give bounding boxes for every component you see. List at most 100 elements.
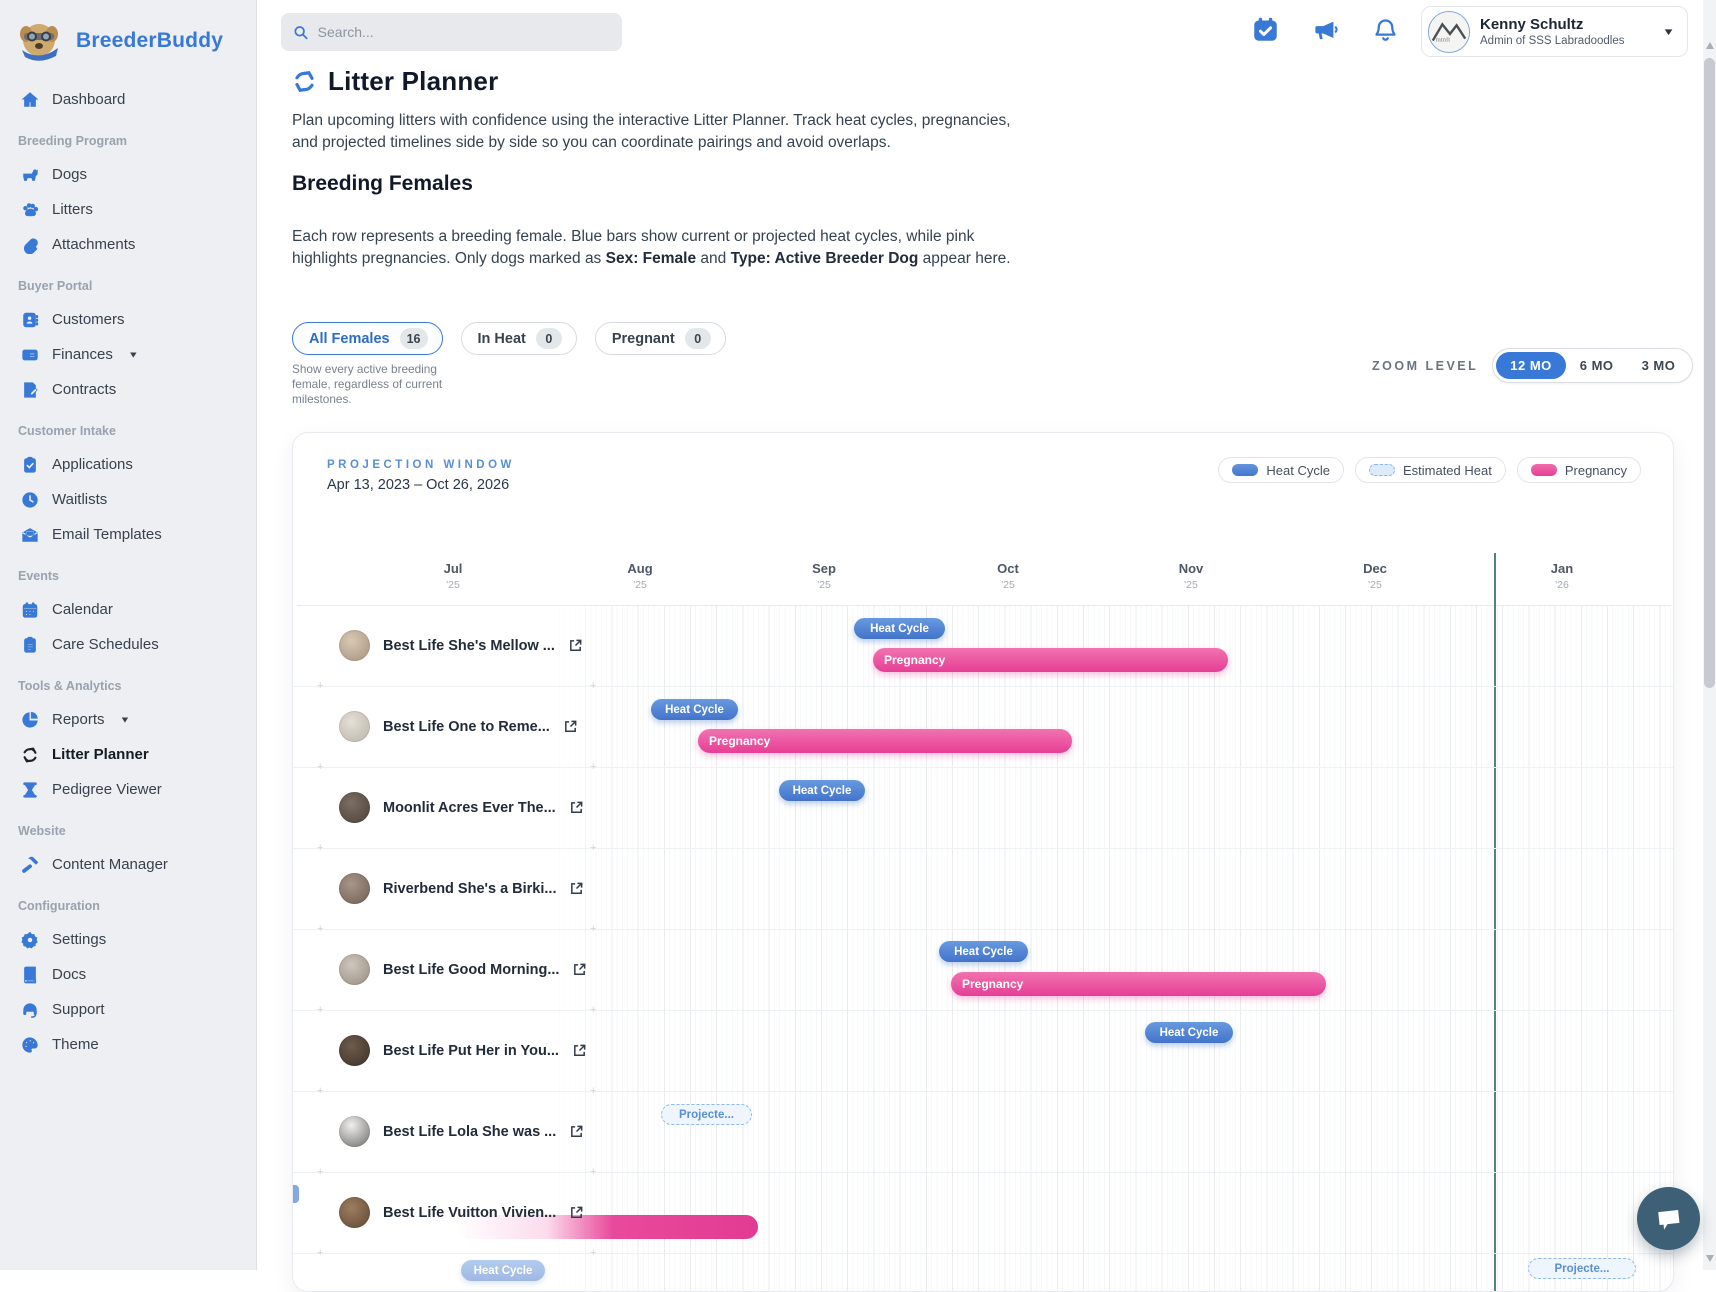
sidebar-item-settings[interactable]: Settings [14,922,246,957]
estimated-swatch [1369,464,1395,476]
section-title: Breeding Females [292,172,473,196]
chevron-down-icon: ▼ [1662,26,1675,37]
external-link-icon[interactable] [569,881,584,896]
filter-in-heat[interactable]: In Heat 0 [461,322,577,355]
estimated-heat-bar[interactable]: Projecte... [661,1104,752,1125]
svg-text:$: $ [25,350,29,359]
sidebar-item-label: Settings [52,931,106,948]
sidebar-item-content-manager[interactable]: Content Manager [14,847,246,882]
legend-label: Heat Cycle [1266,463,1330,478]
pregnancy-bar[interactable]: Pregnancy [698,729,1072,753]
sidebar-item-pedigree-viewer[interactable]: Pedigree Viewer [14,772,246,807]
dog-avatar [339,1035,370,1066]
dog-name: Best Life Put Her in You... [383,1043,559,1059]
sidebar-item-docs[interactable]: Docs [14,957,246,992]
envelope-icon [20,525,39,544]
zoom-level-control: ZOOM LEVEL 12 MO 6 MO 3 MO [1372,348,1693,383]
external-link-icon[interactable] [572,962,587,977]
filter-pregnant[interactable]: Pregnant 0 [595,322,726,355]
dog-avatar [339,873,370,904]
external-link-icon[interactable] [569,800,584,815]
heat-cycle-bar[interactable]: Heat Cycle [461,1260,545,1281]
heat-cycle-bar[interactable]: Heat Cycle [1145,1022,1233,1043]
external-link-icon[interactable] [569,1205,584,1220]
app-logo-icon [16,18,62,64]
breeding-female-row: Heat Cycle Moonlit Acres Ever The... ++ [293,768,1674,849]
zoom-option-3mo[interactable]: 3 MO [1628,352,1690,379]
user-menu[interactable]: mtnft Kenny Schultz Admin of SSS Labrado… [1421,6,1688,57]
page-scrollbar[interactable] [1703,0,1716,1270]
filter-pills: All Females 16 In Heat 0 Pregnant 0 [292,322,726,355]
sidebar-item-theme[interactable]: Theme [14,1027,246,1062]
filter-label: Pregnant [612,331,675,347]
home-icon [20,90,39,109]
pregnancy-swatch [1531,464,1557,476]
heat-cycle-bar[interactable]: Heat Cycle [939,941,1028,962]
search-bar[interactable] [281,13,622,51]
legend-heat-cycle: Heat Cycle [1218,457,1344,483]
sidebar-item-label: Attachments [52,236,135,253]
cycle-icon [292,69,317,94]
sidebar-item-email-templates[interactable]: Email Templates [14,517,246,552]
sidebar-item-litter-planner[interactable]: Litter Planner [14,737,246,772]
zoom-option-6mo[interactable]: 6 MO [1566,352,1628,379]
breeding-female-row: Heat Cycle Pregnancy Best Life She's Mel… [293,606,1674,687]
hammer-icon [20,855,39,874]
sidebar-item-customers[interactable]: Customers [14,302,246,337]
pregnancy-bar[interactable]: Pregnancy [873,648,1228,672]
page-title: Litter Planner [328,66,498,97]
external-link-icon[interactable] [569,1124,584,1139]
pregnancy-bar[interactable]: Pregnancy [951,972,1326,996]
clipboard-icon [20,635,39,654]
brand[interactable]: BreederBuddy [0,12,256,78]
sidebar-item-dashboard[interactable]: Dashboard [14,82,246,117]
heat-cycle-bar[interactable]: Heat Cycle [854,618,945,639]
dog-avatar [339,711,370,742]
sidebar-item-calendar[interactable]: Calendar [14,592,246,627]
megaphone-icon[interactable] [1312,16,1339,43]
sidebar-item-waitlists[interactable]: Waitlists [14,482,246,517]
zoom-option-12mo[interactable]: 12 MO [1496,352,1566,379]
app-name: BreederBuddy [76,29,223,53]
chart-legend: Heat Cycle Estimated Heat Pregnancy [1218,457,1641,483]
sidebar-item-dogs[interactable]: Dogs [14,157,246,192]
topbar-icons [1252,16,1399,43]
svg-text:mtnft: mtnft [1436,36,1451,43]
heat-cycle-bar[interactable]: Heat Cycle [779,780,865,801]
search-input[interactable] [318,24,610,40]
clipped-heat-bar [293,1185,299,1203]
sidebar: BreederBuddy Dashboard Breeding Program … [0,0,257,1270]
dna-icon [20,780,39,799]
sidebar-item-contracts[interactable]: Contracts [14,372,246,407]
filter-all-females[interactable]: All Females 16 [292,322,443,355]
desc-text: appear here. [918,250,1010,267]
sidebar-item-litters[interactable]: Litters [14,192,246,227]
scroll-up-arrow-icon[interactable] [1706,42,1714,49]
dog-avatar [339,1197,370,1228]
sidebar-item-finances[interactable]: $ Finances ▼ [14,337,246,372]
zoom-segmented-control: 12 MO 6 MO 3 MO [1492,348,1693,383]
sidebar-item-label: Contracts [52,381,116,398]
bell-icon[interactable] [1372,16,1399,43]
scrollbar-thumb[interactable] [1704,58,1715,688]
paperclip-icon [20,235,39,254]
heat-cycle-bar[interactable]: Heat Cycle [651,699,738,720]
dog-name: Best Life Good Morning... [383,962,559,978]
search-icon [293,24,309,41]
sidebar-item-applications[interactable]: Applications [14,447,246,482]
sidebar-item-reports[interactable]: Reports ▼ [14,702,246,737]
sidebar-item-support[interactable]: Support [14,992,246,1027]
estimated-heat-bar[interactable]: Projecte... [1528,1258,1636,1279]
external-link-icon[interactable] [563,719,578,734]
external-link-icon[interactable] [568,638,583,653]
sidebar-item-care-schedules[interactable]: Care Schedules [14,627,246,662]
sidebar-item-attachments[interactable]: Attachments [14,227,246,262]
filter-label: All Females [309,331,390,347]
chat-button[interactable] [1637,1187,1700,1250]
scroll-down-arrow-icon[interactable] [1706,1255,1714,1262]
dog-name: Best Life She's Mellow ... [383,638,555,654]
calendar-check-icon[interactable] [1252,16,1279,43]
breeding-female-row: Heat Cycle Pregnancy Best Life Good Morn… [293,930,1674,1011]
external-link-icon[interactable] [572,1043,587,1058]
desc-text: and [696,250,730,267]
